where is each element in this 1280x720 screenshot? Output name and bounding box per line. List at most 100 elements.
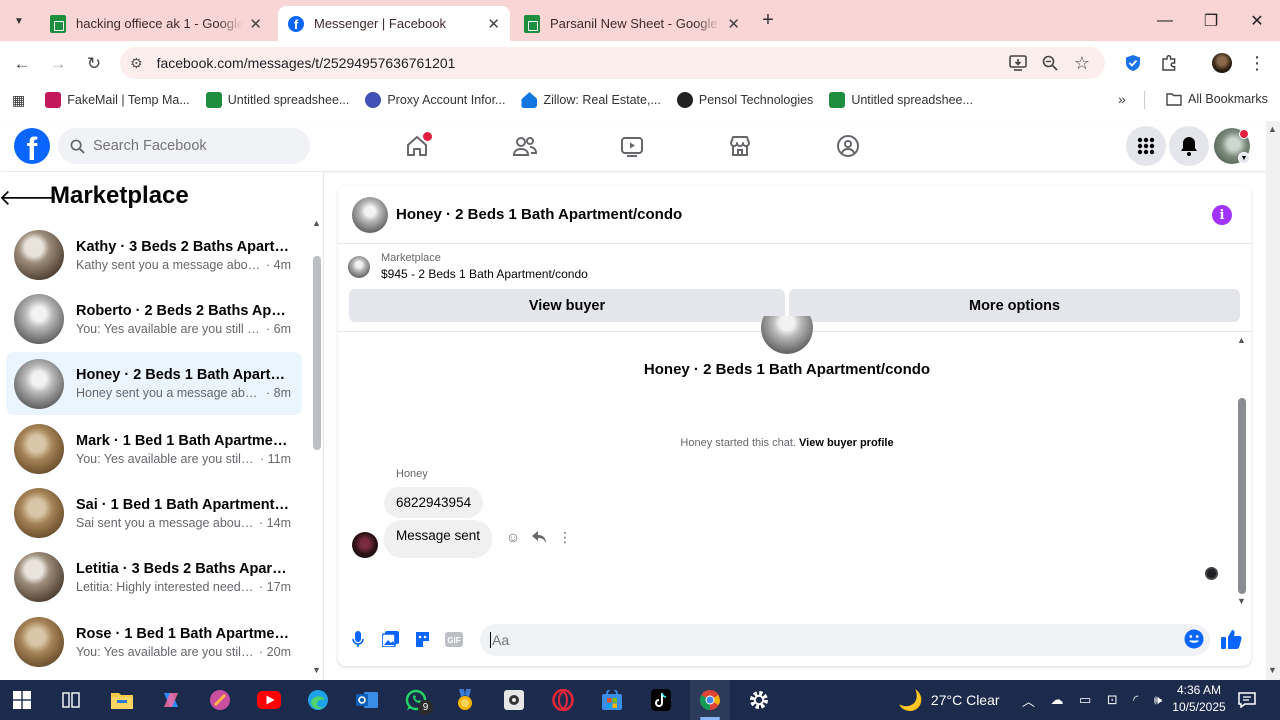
scroll-down-arrow[interactable]: ▼ bbox=[312, 665, 321, 675]
search-input[interactable] bbox=[93, 138, 293, 154]
volume-icon[interactable]: 🕪 bbox=[1154, 692, 1162, 708]
gif-icon[interactable]: GIF bbox=[438, 623, 470, 655]
network-icon[interactable]: ⊡ bbox=[1107, 692, 1118, 708]
bookmark-fakemail[interactable]: FakeMail | Temp Ma... bbox=[45, 92, 190, 108]
install-app-icon[interactable] bbox=[1005, 50, 1031, 76]
sticker-icon[interactable] bbox=[406, 623, 438, 655]
message-bubble[interactable]: 6822943954 bbox=[384, 487, 484, 518]
award-app-icon[interactable] bbox=[445, 680, 485, 720]
emoji-icon[interactable] bbox=[1184, 629, 1204, 654]
settings-gear-icon[interactable] bbox=[739, 680, 779, 720]
address-bar[interactable]: ⚙ facebook.com/messages/t/25294957636761… bbox=[120, 47, 1105, 79]
conversation-item-sai[interactable]: Sai · 1 Bed 1 Bath Apartment/condo Sai s… bbox=[6, 482, 302, 544]
conversation-item-kathy[interactable]: Kathy · 3 Beds 2 Baths Apartment/condo K… bbox=[6, 224, 302, 286]
chat-scroll-down-arrow[interactable]: ▼ bbox=[1237, 596, 1246, 606]
tab-parsanil-sheet[interactable]: Parsanil New Sheet - Google Sheets ✕ bbox=[514, 6, 750, 41]
chat-scrollbar[interactable] bbox=[1238, 398, 1246, 594]
extensions-puzzle-icon[interactable] bbox=[1156, 50, 1182, 76]
chrome-icon[interactable] bbox=[690, 680, 730, 720]
menu-button[interactable] bbox=[1126, 126, 1166, 166]
friends-nav[interactable] bbox=[505, 130, 545, 162]
opera-icon[interactable] bbox=[543, 680, 583, 720]
outlook-icon[interactable] bbox=[347, 680, 387, 720]
page-scroll-up-arrow[interactable]: ▲ bbox=[1268, 124, 1277, 134]
site-settings-icon[interactable]: ⚙ bbox=[130, 55, 143, 72]
zoom-icon[interactable] bbox=[1037, 50, 1063, 76]
conversation-item-mark[interactable]: Mark · 1 Bed 1 Bath Apartment/condo You:… bbox=[6, 418, 302, 480]
close-icon[interactable]: ✕ bbox=[487, 15, 500, 33]
reply-arrow-icon[interactable] bbox=[526, 531, 552, 543]
forward-arrow-icon[interactable]: → bbox=[44, 50, 72, 78]
listing-info[interactable]: Marketplace $945 - 2 Beds 1 Bath Apartme… bbox=[348, 252, 588, 281]
weather-widget[interactable]: 🌙 27°C Clear bbox=[898, 680, 1000, 720]
youtube-icon[interactable] bbox=[249, 680, 289, 720]
microsoft-store-icon[interactable] bbox=[592, 680, 632, 720]
home-nav[interactable] bbox=[397, 130, 437, 162]
copilot-icon[interactable] bbox=[151, 680, 191, 720]
chevron-down-icon[interactable]: ▼ bbox=[1238, 152, 1250, 164]
react-smiley-icon[interactable]: ☺ bbox=[500, 529, 526, 545]
taskbar-clock[interactable]: 4:36 AM 10/5/2025 bbox=[1170, 682, 1228, 716]
marketplace-nav[interactable] bbox=[720, 130, 760, 162]
edge-browser-icon[interactable] bbox=[298, 680, 338, 720]
bookmark-zillow[interactable]: Zillow: Real Estate,... bbox=[521, 92, 661, 108]
bookmark-proxy[interactable]: Proxy Account Infor... bbox=[365, 92, 505, 108]
conversation-item-roberto[interactable]: Roberto · 2 Beds 2 Baths Apartment/condo… bbox=[6, 288, 302, 350]
photo-icon[interactable] bbox=[374, 623, 406, 655]
minimize-icon[interactable]: — bbox=[1142, 0, 1188, 41]
reload-icon[interactable]: ↻ bbox=[80, 50, 108, 78]
restore-icon[interactable]: ❐ bbox=[1188, 0, 1234, 41]
more-vertical-icon[interactable]: ⋮ bbox=[552, 529, 578, 546]
chat-avatar[interactable] bbox=[352, 196, 388, 233]
bookmarks-overflow-icon[interactable]: » bbox=[1118, 91, 1126, 107]
profile-avatar[interactable] bbox=[1212, 53, 1232, 73]
page-scrollbar-track[interactable] bbox=[1266, 121, 1280, 680]
message-input[interactable] bbox=[490, 632, 1150, 648]
back-arrow-icon[interactable]: ← bbox=[8, 50, 36, 78]
facebook-logo[interactable]: f bbox=[14, 128, 50, 164]
more-options-button[interactable]: More options bbox=[789, 289, 1240, 322]
page-scroll-down-arrow[interactable]: ▼ bbox=[1268, 665, 1277, 675]
whatsapp-icon[interactable]: 9 bbox=[396, 680, 436, 720]
message-bubble[interactable]: Message sent bbox=[384, 520, 493, 558]
battery-icon[interactable]: ▭ bbox=[1079, 692, 1091, 708]
wifi-icon[interactable]: ◜ bbox=[1133, 692, 1138, 708]
like-thumb-icon[interactable] bbox=[1220, 628, 1242, 655]
windows-start-icon[interactable] bbox=[2, 680, 42, 720]
app-settings-gear-icon[interactable] bbox=[494, 680, 534, 720]
tab-hacking-sheet[interactable]: hacking offiece ak 1 - Google Sheets ✕ bbox=[40, 6, 272, 41]
bookmark-pensol[interactable]: Pensol Technologies bbox=[676, 92, 813, 108]
window-close-icon[interactable]: ✕ bbox=[1234, 0, 1280, 41]
view-buyer-profile-link[interactable]: View buyer profile bbox=[799, 437, 894, 449]
shield-extension-icon[interactable] bbox=[1120, 50, 1146, 76]
task-view-icon[interactable] bbox=[51, 680, 91, 720]
notification-center-icon[interactable] bbox=[1238, 680, 1256, 720]
scroll-up-arrow[interactable]: ▲ bbox=[312, 218, 321, 228]
bookmark-star-icon[interactable]: ☆ bbox=[1069, 50, 1095, 76]
watch-nav[interactable] bbox=[612, 130, 652, 162]
tab-messenger[interactable]: f Messenger | Facebook ✕ bbox=[278, 6, 510, 41]
tiktok-icon[interactable] bbox=[641, 680, 681, 720]
sender-avatar[interactable] bbox=[352, 532, 378, 558]
chat-title[interactable]: Honey · 2 Beds 1 Bath Apartment/condo bbox=[396, 206, 682, 223]
microphone-icon[interactable] bbox=[342, 623, 374, 655]
new-tab-plus-icon[interactable]: + bbox=[758, 9, 778, 31]
conversation-item-letitia[interactable]: Letitia · 3 Beds 2 Baths Apartment/condo… bbox=[6, 546, 302, 608]
more-vertical-icon[interactable]: ⋮ bbox=[1244, 50, 1270, 76]
tab-search-icon[interactable]: ▼ bbox=[10, 12, 28, 30]
info-icon[interactable]: i bbox=[1212, 205, 1232, 225]
chevron-up-icon[interactable]: ︿ bbox=[1022, 691, 1035, 710]
conversation-item-rose[interactable]: Rose · 1 Bed 1 Bath Apartment/condo You:… bbox=[6, 611, 302, 673]
notifications-button[interactable] bbox=[1169, 126, 1209, 166]
onedrive-cloud-icon[interactable]: ☁ bbox=[1051, 692, 1064, 708]
paint-app-icon[interactable] bbox=[200, 680, 240, 720]
facebook-search[interactable] bbox=[58, 128, 310, 164]
chat-scroll-up-arrow[interactable]: ▲ bbox=[1237, 335, 1246, 345]
file-explorer-icon[interactable] bbox=[102, 680, 142, 720]
sidebar-scrollbar[interactable] bbox=[313, 256, 321, 450]
gaming-nav[interactable] bbox=[828, 130, 868, 162]
bookmark-untitled-2[interactable]: Untitled spreadshee... bbox=[829, 92, 973, 108]
conversation-item-honey[interactable]: Honey · 2 Beds 1 Bath Apartment/condo Ho… bbox=[6, 352, 302, 415]
apps-grid-icon[interactable]: ▦ bbox=[12, 92, 25, 109]
back-arrow-icon[interactable]: 🡐 bbox=[0, 184, 58, 212]
